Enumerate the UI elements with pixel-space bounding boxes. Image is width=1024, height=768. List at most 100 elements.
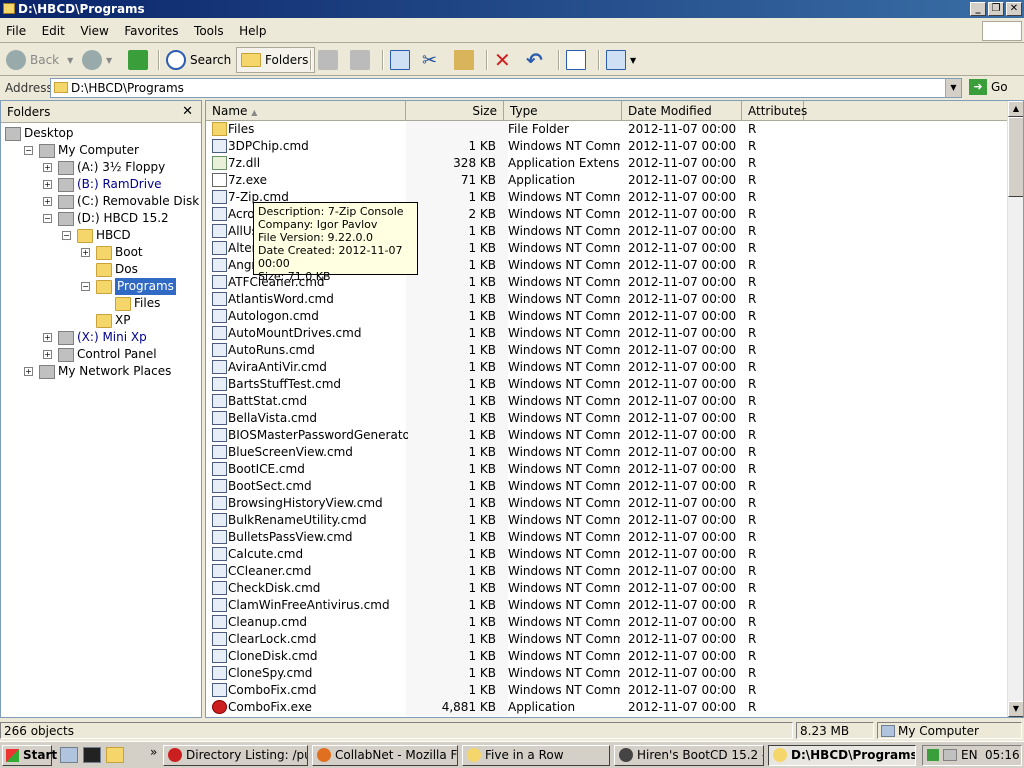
copy-button[interactable] [390, 48, 414, 72]
tree-node[interactable]: − Programs [81, 278, 176, 295]
menu-favorites[interactable]: Favorites [118, 19, 184, 43]
file-row[interactable]: AutoRuns.cmd 1 KB Windows NT Comm... 2012-1… [206, 342, 1009, 359]
tree-node[interactable]: + (X:) Mini Xp [43, 329, 147, 346]
up-folder-button[interactable] [128, 48, 152, 72]
taskbar-button[interactable]: CollabNet - Mozilla Firef... [312, 745, 458, 766]
tree-node[interactable]: + My Network Places [24, 363, 171, 380]
taskbar-button[interactable]: Five in a Row [462, 745, 610, 766]
expand-icon[interactable]: + [24, 367, 33, 376]
taskbar-button[interactable]: Directory Listing: /pub/... [163, 745, 308, 766]
scroll-down-icon[interactable]: ▼ [1008, 701, 1023, 717]
column-header-attributes[interactable]: Attributes [742, 101, 807, 121]
expand-icon[interactable]: + [81, 248, 90, 257]
column-header-size[interactable]: Size [406, 101, 504, 121]
menu-tools[interactable]: Tools [188, 19, 230, 43]
tree-node[interactable]: + (B:) RamDrive [43, 176, 162, 193]
column-header-type[interactable]: Type [504, 101, 622, 121]
tree-node[interactable]: + (C:) Removable Disk [43, 193, 199, 210]
menu-help[interactable]: Help [233, 19, 272, 43]
file-row[interactable]: 7z.exe 71 KB Application 2012-11-07 00:00 R [206, 172, 1009, 189]
collapse-icon[interactable]: − [24, 146, 33, 155]
tree-node[interactable]: Desktop [5, 125, 74, 142]
move-to-button[interactable] [318, 48, 342, 72]
scroll-up-icon[interactable]: ▲ [1008, 101, 1023, 117]
file-row[interactable]: AutoMountDrives.cmd 1 KB Windows NT Comm..… [206, 325, 1009, 342]
file-row[interactable]: BrowsingHistoryView.cmd 1 KB Windows NT Co… [206, 495, 1009, 512]
address-dropdown-icon[interactable]: ▼ [945, 79, 961, 97]
undo-button[interactable]: ↶ [526, 48, 543, 72]
properties-button[interactable] [566, 48, 590, 72]
file-row[interactable]: Files File Folder 2012-11-07 00:00 R [206, 121, 1009, 138]
language-indicator[interactable]: EN [961, 746, 978, 765]
quicklaunch-ie-icon[interactable] [60, 747, 78, 763]
quicklaunch-chevron-icon[interactable]: » [150, 745, 157, 759]
collapse-icon[interactable]: − [62, 231, 71, 240]
expand-icon[interactable]: + [43, 333, 52, 342]
views-button[interactable]: ▼ [606, 48, 636, 72]
tray-app-icon[interactable] [927, 749, 939, 761]
file-row[interactable]: ClamWinFreeAntivirus.cmd 1 KB Windows NT C… [206, 597, 1009, 614]
file-row[interactable]: CloneSpy.cmd 1 KB Windows NT Comm... 2012-1… [206, 665, 1009, 682]
file-row[interactable]: 3DPChip.cmd 1 KB Windows NT Comm... 2012-11… [206, 138, 1009, 155]
menu-edit[interactable]: Edit [36, 19, 71, 43]
paste-button[interactable] [454, 48, 478, 72]
file-row[interactable]: Autologon.cmd 1 KB Windows NT Comm... 2012-… [206, 308, 1009, 325]
restore-button[interactable]: ❐ [988, 2, 1004, 16]
scrollbar-thumb[interactable] [1008, 117, 1023, 197]
tree-node[interactable]: + (A:) 3½ Floppy [43, 159, 165, 176]
forward-button[interactable]: ▼ [82, 48, 112, 72]
folders-button[interactable]: Folders [236, 47, 316, 73]
file-row[interactable]: ComboFix.exe 4,881 KB Application 2012-11-0… [206, 699, 1009, 716]
file-row[interactable]: BIOSMasterPasswordGenerator.cmd 1 KB Windo… [206, 427, 1009, 444]
tree-node[interactable]: Files [100, 295, 160, 312]
file-row[interactable]: BootSect.cmd 1 KB Windows NT Comm... 2012-1… [206, 478, 1009, 495]
taskbar-button[interactable]: D:\HBCD\Programs [768, 745, 916, 766]
file-row[interactable]: Cleanup.cmd 1 KB Windows NT Comm... 2012-11… [206, 614, 1009, 631]
file-row[interactable]: AtlantisWord.cmd 1 KB Windows NT Comm... 20… [206, 291, 1009, 308]
copy-to-button[interactable] [350, 48, 374, 72]
file-row[interactable]: ClearLock.cmd 1 KB Windows NT Comm... 2012-… [206, 631, 1009, 648]
tray-drive-icon[interactable] [943, 749, 957, 761]
tree-node[interactable]: + Boot [81, 244, 143, 261]
column-header-date-modified[interactable]: Date Modified [622, 101, 742, 121]
file-row[interactable]: BellaVista.cmd 1 KB Windows NT Comm... 2012… [206, 410, 1009, 427]
minimize-button[interactable]: _ [970, 2, 986, 16]
file-row[interactable]: BartsStuffTest.cmd 1 KB Windows NT Comm...… [206, 376, 1009, 393]
file-row[interactable]: ComboFix.cmd 1 KB Windows NT Comm... 2012-1… [206, 682, 1009, 699]
tree-node[interactable]: Dos [81, 261, 138, 278]
tree-node[interactable]: − My Computer [24, 142, 139, 159]
menu-file[interactable]: File [0, 19, 32, 43]
close-button[interactable]: ✕ [1006, 2, 1022, 16]
vertical-scrollbar[interactable]: ▲ ▼ [1007, 101, 1023, 717]
tree-node[interactable]: + Control Panel [43, 346, 157, 363]
file-row[interactable]: BlueScreenView.cmd 1 KB Windows NT Comm...… [206, 444, 1009, 461]
cut-button[interactable]: ✂ [422, 48, 437, 72]
file-row[interactable]: CCleaner.cmd 1 KB Windows NT Comm... 2012-1… [206, 563, 1009, 580]
file-row[interactable]: CheckDisk.cmd 1 KB Windows NT Comm... 2012-… [206, 580, 1009, 597]
start-button[interactable]: Start [2, 745, 57, 766]
file-row[interactable]: BattStat.cmd 1 KB Windows NT Comm... 2012-1… [206, 393, 1009, 410]
menu-view[interactable]: View [74, 19, 114, 43]
tree-node[interactable]: − (D:) HBCD 15.2 [43, 210, 169, 227]
expand-icon[interactable]: + [43, 197, 52, 206]
expand-icon[interactable]: + [43, 180, 52, 189]
delete-button[interactable]: ✕ [494, 48, 511, 72]
quicklaunch-explorer-icon[interactable] [106, 747, 124, 763]
file-row[interactable]: BulkRenameUtility.cmd 1 KB Windows NT Comm… [206, 512, 1009, 529]
back-button[interactable]: Back ▼ [6, 48, 73, 72]
file-row[interactable]: Calcute.cmd 1 KB Windows NT Comm... 2012-11… [206, 546, 1009, 563]
expand-icon[interactable]: + [43, 163, 52, 172]
collapse-icon[interactable]: − [81, 282, 90, 291]
expand-icon[interactable]: + [43, 350, 52, 359]
address-input[interactable]: D:\HBCD\Programs ▼ [50, 78, 962, 98]
tree-node[interactable]: − HBCD [62, 227, 131, 244]
search-button[interactable]: Search [166, 48, 231, 72]
file-row[interactable]: BulletsPassView.cmd 1 KB Windows NT Comm..… [206, 529, 1009, 546]
file-row[interactable]: 7z.dll 328 KB Application Extension 2012-11… [206, 155, 1009, 172]
taskbar-button[interactable]: Hiren's BootCD 15.2 - P... [614, 745, 764, 766]
column-header-name[interactable]: Name ▲ [206, 101, 406, 121]
quicklaunch-cmd-icon[interactable] [83, 747, 101, 763]
file-row[interactable]: AviraAntiVir.cmd 1 KB Windows NT Comm... 20… [206, 359, 1009, 376]
collapse-icon[interactable]: − [43, 214, 52, 223]
tree-node[interactable]: XP [81, 312, 130, 329]
